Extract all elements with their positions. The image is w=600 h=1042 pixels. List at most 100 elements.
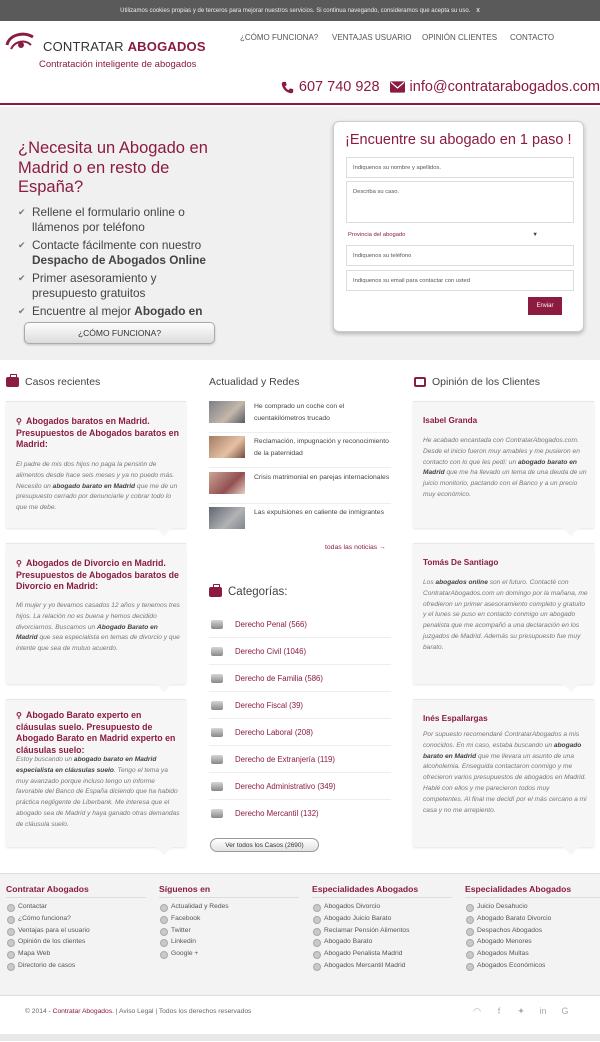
footer-link[interactable]: Mapa Web xyxy=(6,948,146,960)
news-item[interactable]: Crisis matrimonial en parejas internacio… xyxy=(209,472,391,504)
check-text: Primer asesoramiento y presupuesto gratu… xyxy=(32,271,157,300)
nav-contact[interactable]: CONTACTO xyxy=(510,33,554,42)
category-item[interactable]: Derecho Laboral (208) xyxy=(209,719,391,746)
news-item-title: Reclamación, impugnación y reconocimient… xyxy=(254,438,389,457)
footer-link[interactable]: Abogado Menores xyxy=(465,936,600,948)
footer-link[interactable]: Contactar xyxy=(6,901,146,913)
nav-client-opinions[interactable]: OPINIÓN CLIENTES xyxy=(422,33,497,42)
case-text: El padre de mis dos hijos no paga la pen… xyxy=(16,461,178,512)
news-item[interactable]: Reclamación, impugnación y reconocimient… xyxy=(209,436,391,468)
name-field[interactable]: Indiquenos su nombre y apellidos. xyxy=(346,157,574,178)
opinion-text: Por supuesto recomendaré ContratarAbogad… xyxy=(423,731,587,814)
news-item[interactable]: Las expulsiones en caliente de inmigrant… xyxy=(209,507,391,539)
case-card[interactable]: ⚲ Abogado Barato experto en cláusulas sue… xyxy=(6,699,186,855)
footer-link[interactable]: Actualidad y Redes xyxy=(159,901,299,913)
province-select[interactable]: Provincia del abogado ▼ xyxy=(348,232,538,238)
cookie-close-button[interactable]: x xyxy=(476,7,480,14)
check-item: Rellene el formulario online o llámenos … xyxy=(18,205,213,235)
map-pin-icon: ⚲ xyxy=(16,711,22,720)
footer-link[interactable]: Abogados Mercantil Madrid xyxy=(312,960,452,972)
briefcase-icon xyxy=(6,374,19,387)
footer-link[interactable]: Abogado Penalista Madrid xyxy=(312,948,452,960)
footer-link[interactable]: Abogados Multas xyxy=(465,948,600,960)
opinion-card: Isabel Granda He acabado encantada con C… xyxy=(413,401,594,536)
brand-name: CONTRATAR ABOGADOS xyxy=(43,39,206,54)
footer-column: Especialidades Abogados Abogados Divorci… xyxy=(312,884,452,972)
linkedin-icon[interactable]: in xyxy=(538,1006,548,1016)
cookie-text: Utilizamos cookies propias y de terceros… xyxy=(120,7,471,14)
check-bold: Despacho de Abogados Online xyxy=(32,253,206,267)
send-button[interactable]: Enviar xyxy=(528,297,562,315)
phone-link[interactable]: 607 740 928 xyxy=(281,79,380,95)
check-bold: Abogado en xyxy=(134,304,203,318)
rss-icon[interactable]: ◠ xyxy=(472,1006,482,1016)
opinion-text: He acabado encantada con ContratarAbogad… xyxy=(423,437,587,498)
folder-icon xyxy=(211,809,223,818)
email-address: info@contratarabogados.com xyxy=(409,79,600,95)
footer-column: Síguenos en Actualidad y Redes Facebook … xyxy=(159,884,299,960)
category-label: Derecho Civil (1046) xyxy=(235,646,307,656)
case-card[interactable]: ⚲ Abogados de Divorcio en Madrid. Presupu… xyxy=(6,543,186,692)
category-item[interactable]: Derecho Civil (1046) xyxy=(209,638,391,665)
site-footer: Contratar Abogados Contactar ¿Cómo funci… xyxy=(0,873,600,1042)
footer-link[interactable]: Facebook xyxy=(159,913,299,925)
category-item[interactable]: Derecho Penal (566) xyxy=(209,611,391,638)
category-item[interactable]: Derecho de Familia (586) xyxy=(209,665,391,692)
google-plus-icon[interactable]: G xyxy=(560,1006,570,1016)
footer-link[interactable]: Linkedin xyxy=(159,936,299,948)
twitter-icon[interactable]: ✦ xyxy=(516,1006,526,1016)
footer-link[interactable]: Despachos Abogados xyxy=(465,925,600,937)
case-card[interactable]: ⚲ Abogados baratos en Madrid. Presupuesto… xyxy=(6,401,186,536)
speech-bubble-icon xyxy=(414,377,426,387)
case-title: ⚲ Abogados baratos en Madrid. Presupuesto… xyxy=(16,416,181,451)
brand-name-bold: ABOGADOS xyxy=(127,39,206,54)
case-title-text: Abogados de Divorcio en Madrid. Presupue… xyxy=(16,558,179,591)
footer-link[interactable]: Opinión de los clientes xyxy=(6,936,146,948)
category-item[interactable]: Derecho Fiscal (39) xyxy=(209,692,391,719)
how-it-works-button[interactable]: ¿CÓMO FUNCIONA? xyxy=(24,322,215,344)
category-label: Derecho Mercantil (132) xyxy=(235,809,319,818)
footer-column-title: Síguenos en xyxy=(159,884,299,898)
email-field[interactable]: Indiquenos su email para contactar con u… xyxy=(346,270,574,291)
category-label: Derecho de Familia (586) xyxy=(235,673,323,683)
footer-link[interactable]: ¿Cómo funciona? xyxy=(6,913,146,925)
footer-link[interactable]: Abogado Barato Divorcio xyxy=(465,913,600,925)
footer-link[interactable]: Twitter xyxy=(159,925,299,937)
footer-link[interactable]: Abogado Barato xyxy=(312,936,452,948)
nav-how-it-works[interactable]: ¿CÓMO FUNCIONA? xyxy=(240,33,318,42)
footer-link[interactable]: Directorio de casos xyxy=(6,960,146,972)
footer-link[interactable]: Juicio Desahucio xyxy=(465,901,600,913)
footer-link[interactable]: Abogados Económicos xyxy=(465,960,600,972)
nav-user-advantages[interactable]: VENTAJAS USUARIO xyxy=(332,33,411,42)
news-item-title: Las expulsiones en caliente de inmigrant… xyxy=(254,509,384,516)
copyright-link[interactable]: Contratar Abogados. xyxy=(53,1008,114,1015)
news-item[interactable]: He comprado un coche con el cuentakilóme… xyxy=(209,401,391,433)
page-bottom-edge xyxy=(0,1034,600,1041)
all-news-link[interactable]: todas las noticias → xyxy=(325,544,386,551)
category-item[interactable]: Derecho de Extranjería (119) xyxy=(209,746,391,773)
opinion-text: Los abogados online son el futuro. Conta… xyxy=(423,579,588,651)
case-description-field[interactable]: Describa su caso. xyxy=(346,181,574,223)
opinions-heading: Opinión de los Clientes xyxy=(414,376,540,388)
case-text: Estoy buscando un abogado barato en Madr… xyxy=(16,756,180,828)
category-label: Derecho Laboral (208) xyxy=(235,727,314,737)
footer-column: Especialidades Abogados Juicio Desahucio… xyxy=(465,884,600,972)
footer-link[interactable]: Abogado Juicio Barato xyxy=(312,913,452,925)
category-item[interactable]: Derecho Mercantil (132) xyxy=(209,800,391,827)
case-title: ⚲ Abogado Barato experto en cláusulas sue… xyxy=(16,710,181,756)
facebook-icon[interactable]: f xyxy=(494,1006,504,1016)
footer-link[interactable]: Reclamar Pensión Alimentos xyxy=(312,925,452,937)
all-cases-button[interactable]: Ver todos los Casos (2690) xyxy=(210,838,319,852)
email-link[interactable]: info@contratarabogados.com xyxy=(389,79,600,95)
map-pin-icon: ⚲ xyxy=(16,559,22,568)
site-header: CONTRATAR ABOGADOS Contratación intelige… xyxy=(0,21,600,105)
dropdown-arrow-icon: ▼ xyxy=(532,232,538,238)
category-item[interactable]: Derecho Administrativo (349) xyxy=(209,773,391,800)
footer-link[interactable]: Ventajas para el usuario xyxy=(6,925,146,937)
footer-column-title: Especialidades Abogados xyxy=(312,884,452,898)
folder-icon xyxy=(211,673,223,683)
phone-field[interactable]: Indiquenos su teléfono xyxy=(346,245,574,266)
folder-icon xyxy=(211,646,223,656)
footer-link[interactable]: Google + xyxy=(159,948,299,960)
footer-link[interactable]: Abogados Divorcio xyxy=(312,901,452,913)
